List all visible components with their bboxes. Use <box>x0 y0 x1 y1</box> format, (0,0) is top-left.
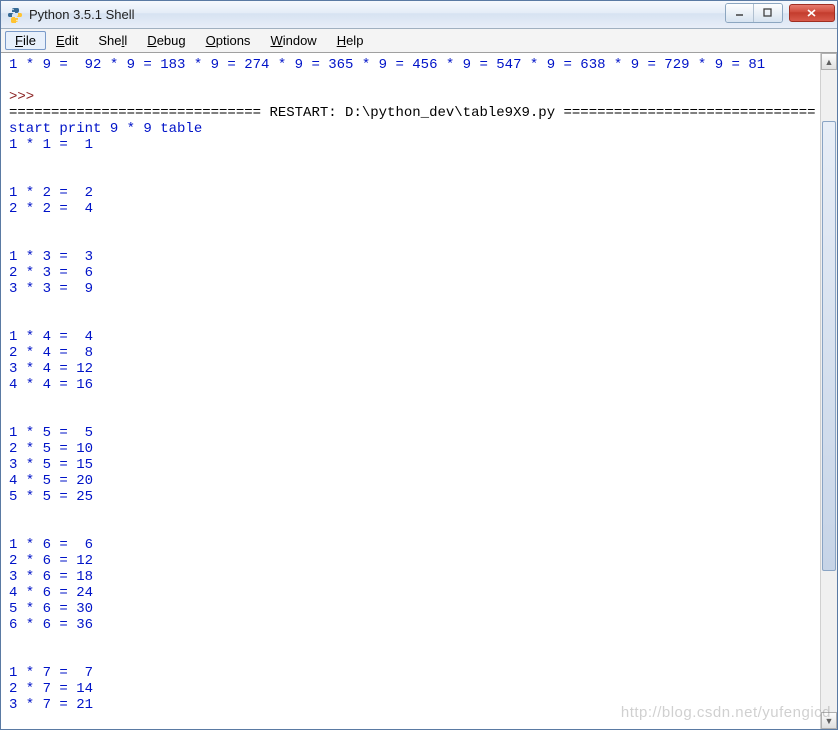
output-line <box>9 505 812 521</box>
output-line <box>9 169 812 185</box>
output-line <box>9 633 812 649</box>
menu-debug-rest: ebug <box>157 33 186 48</box>
output-line: 3 * 4 = 12 <box>9 361 812 377</box>
output-line: 2 * 4 = 8 <box>9 345 812 361</box>
output-line: 1 * 6 = 6 <box>9 537 812 553</box>
output-line: 5 * 6 = 30 <box>9 601 812 617</box>
output-line: 3 * 7 = 21 <box>9 697 812 713</box>
minimize-button[interactable] <box>726 4 754 22</box>
output-line: 4 * 4 = 16 <box>9 377 812 393</box>
menubar: File Edit Shell Debug Options Window Hel… <box>1 29 837 53</box>
menu-edit[interactable]: Edit <box>46 31 88 50</box>
output-line: 1 * 9 = 92 * 9 = 183 * 9 = 274 * 9 = 365… <box>9 57 812 73</box>
app-window: Python 3.5.1 Shell File Edit Shell Debug… <box>0 0 838 730</box>
menu-debug[interactable]: Debug <box>137 31 195 50</box>
menu-window[interactable]: Window <box>260 31 326 50</box>
output-line: 3 * 5 = 15 <box>9 457 812 473</box>
output-line <box>9 153 812 169</box>
output-line: 2 * 3 = 6 <box>9 265 812 281</box>
maximize-button[interactable] <box>754 4 782 22</box>
menu-options-rest: ptions <box>216 33 251 48</box>
scroll-thumb[interactable] <box>822 121 836 570</box>
output-line: 1 * 7 = 7 <box>9 665 812 681</box>
close-button[interactable] <box>789 4 835 22</box>
output-line: 4 * 5 = 20 <box>9 473 812 489</box>
menu-shell-pre: She <box>98 33 121 48</box>
output-line: 1 * 2 = 2 <box>9 185 812 201</box>
output-line <box>9 73 812 89</box>
menu-file[interactable]: File <box>5 31 46 50</box>
output-line: 1 * 3 = 3 <box>9 249 812 265</box>
output-line: 5 * 5 = 25 <box>9 489 812 505</box>
output-line: 1 * 5 = 5 <box>9 425 812 441</box>
output-line <box>9 409 812 425</box>
menu-file-rest: ile <box>23 33 36 48</box>
menu-help-rest: elp <box>346 33 363 48</box>
window-title: Python 3.5.1 Shell <box>29 7 725 22</box>
output-line: 6 * 6 = 36 <box>9 617 812 633</box>
output-line <box>9 393 812 409</box>
output-line: 2 * 2 = 4 <box>9 201 812 217</box>
scroll-up-arrow[interactable]: ▲ <box>821 53 837 70</box>
output-line <box>9 297 812 313</box>
vertical-scrollbar[interactable]: ▲ ▼ <box>820 53 837 729</box>
output-line <box>9 217 812 233</box>
menu-window-rest: indow <box>283 33 317 48</box>
output-line: 2 * 5 = 10 <box>9 441 812 457</box>
output-line <box>9 649 812 665</box>
output-line: 1 * 4 = 4 <box>9 329 812 345</box>
output-line: ============================== RESTART: … <box>9 105 812 121</box>
output-line <box>9 313 812 329</box>
editor-area: 1 * 9 = 92 * 9 = 183 * 9 = 274 * 9 = 365… <box>1 53 837 729</box>
prompt-line: >>> <box>9 89 812 105</box>
output-line <box>9 521 812 537</box>
output-line <box>9 233 812 249</box>
menu-help[interactable]: Help <box>327 31 374 50</box>
menu-edit-rest: dit <box>65 33 79 48</box>
prompt: >>> <box>9 89 43 105</box>
output-line: 4 * 6 = 24 <box>9 585 812 601</box>
scroll-track[interactable] <box>821 70 837 712</box>
menu-shell-post: l <box>124 33 127 48</box>
output-line: start print 9 * 9 table <box>9 121 812 137</box>
output-line: 2 * 7 = 14 <box>9 681 812 697</box>
window-controls <box>725 3 835 23</box>
output-line: 1 * 1 = 1 <box>9 137 812 153</box>
menu-options[interactable]: Options <box>196 31 261 50</box>
titlebar: Python 3.5.1 Shell <box>1 1 837 29</box>
output-line: 2 * 6 = 12 <box>9 553 812 569</box>
menu-shell[interactable]: Shell <box>88 31 137 50</box>
shell-text-area[interactable]: 1 * 9 = 92 * 9 = 183 * 9 = 274 * 9 = 365… <box>1 53 820 729</box>
output-line: 3 * 6 = 18 <box>9 569 812 585</box>
output-line: 3 * 3 = 9 <box>9 281 812 297</box>
python-icon <box>7 7 23 23</box>
scroll-down-arrow[interactable]: ▼ <box>821 712 837 729</box>
